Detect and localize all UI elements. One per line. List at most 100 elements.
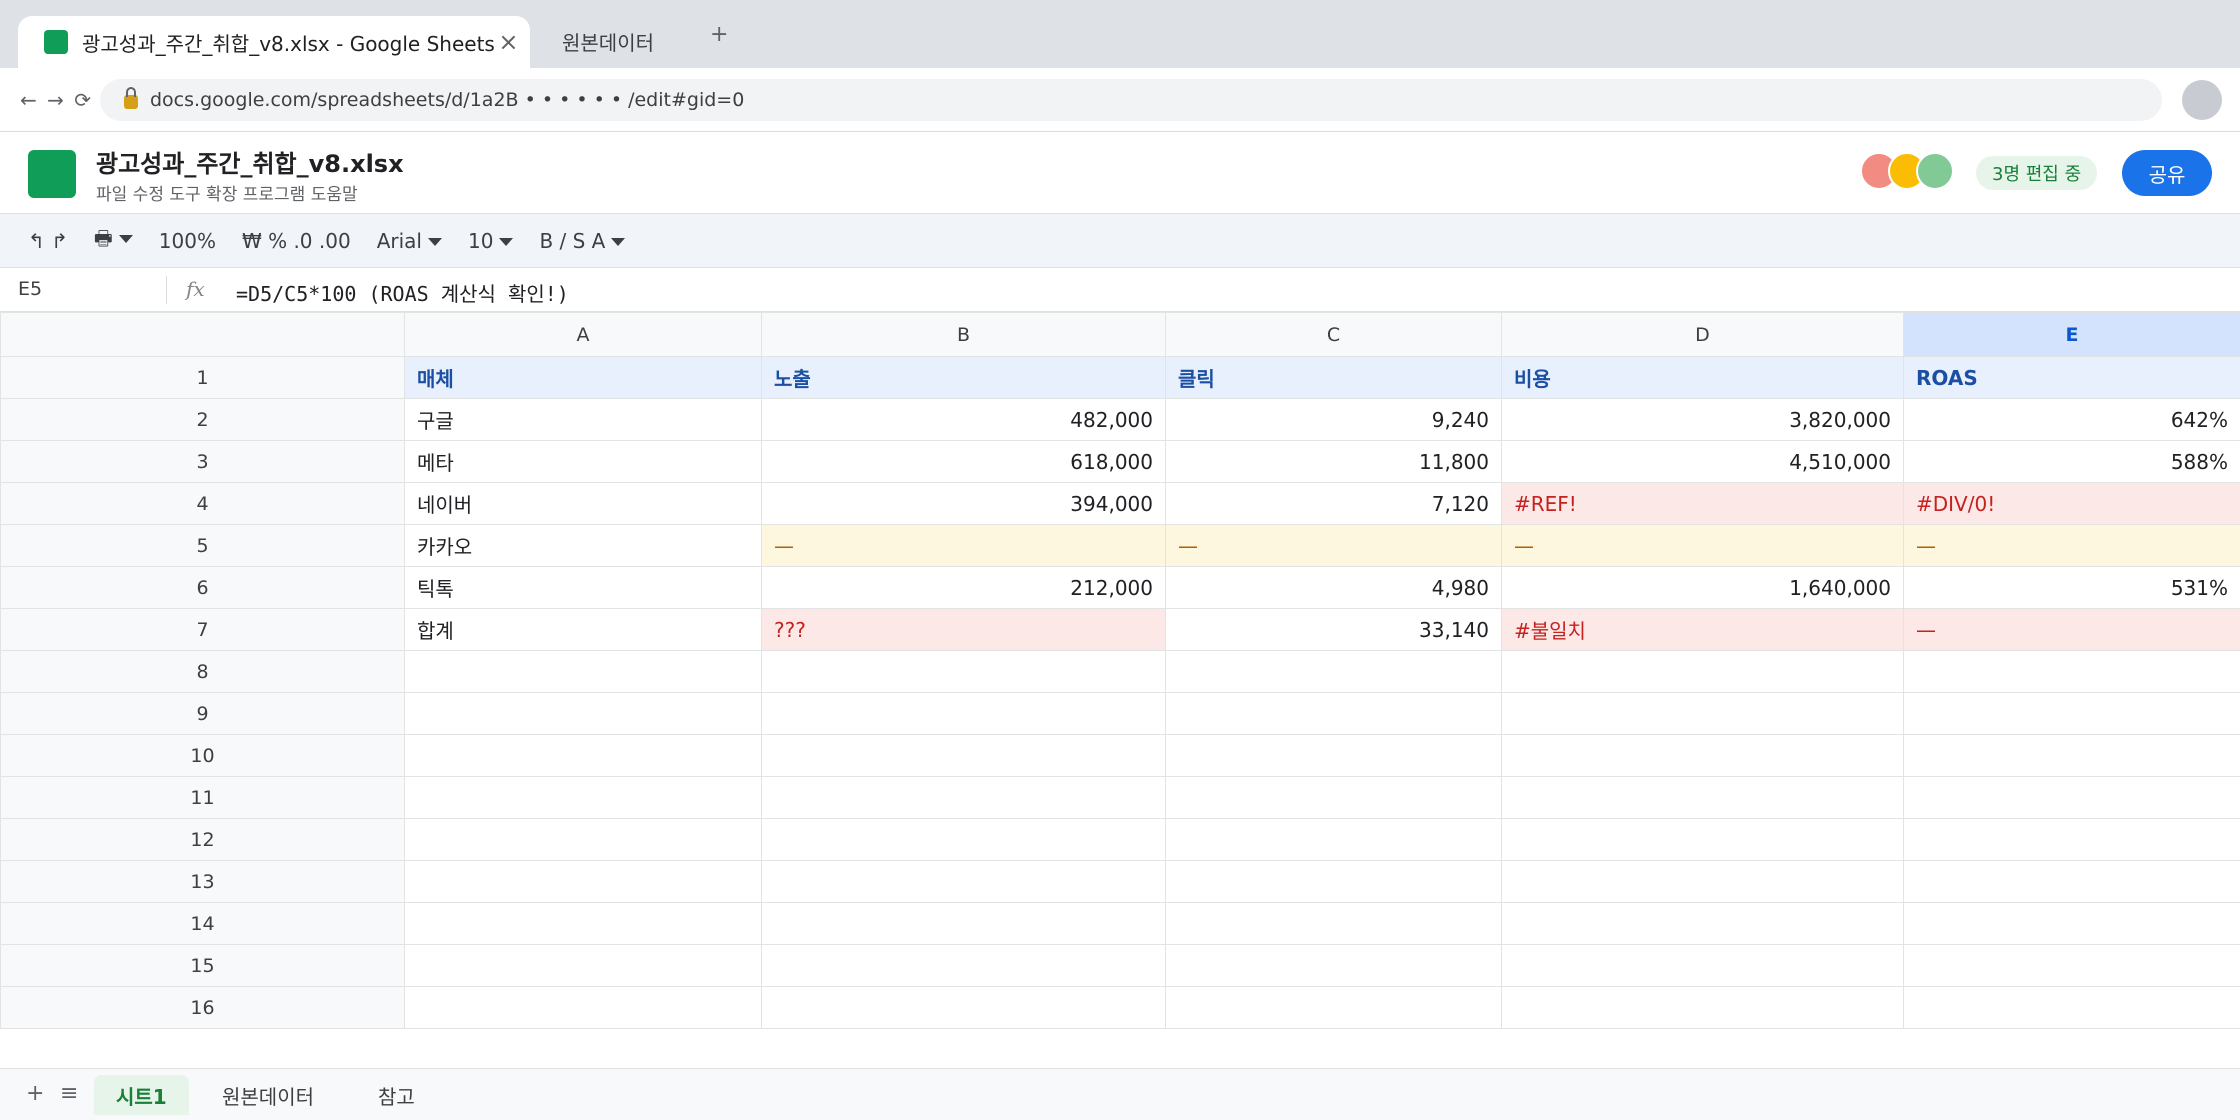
font-size-select[interactable]: 10 — [468, 229, 514, 253]
empty-cell[interactable] — [1903, 944, 2240, 987]
undo-redo-buttons[interactable]: ↰ ↱ — [28, 229, 68, 253]
row-header[interactable]: 16 — [0, 986, 405, 1029]
sheet-tab[interactable]: 참고 — [356, 1075, 437, 1115]
row-header[interactable]: 2 — [0, 398, 405, 441]
cell-E7-error[interactable]: — — [1903, 608, 2240, 651]
browser-tab-active[interactable]: 광고성과_주간_취합_v8.xlsx - Google Sheets × — [18, 16, 530, 68]
empty-cell[interactable] — [1903, 734, 2240, 777]
url-field[interactable]: docs.google.com/spreadsheets/d/1a2B • • … — [100, 79, 2162, 121]
column-header[interactable]: B — [761, 312, 1166, 357]
empty-cell[interactable] — [761, 902, 1166, 945]
cell-D4-error[interactable]: #REF! — [1501, 482, 1904, 525]
close-tab-icon[interactable]: × — [495, 28, 522, 56]
empty-cell[interactable] — [1501, 734, 1904, 777]
empty-cell[interactable] — [1165, 692, 1502, 735]
empty-cell[interactable] — [1165, 818, 1502, 861]
new-tab-button[interactable]: + — [710, 22, 728, 47]
browser-tab-inactive[interactable]: 원본데이터 — [562, 24, 654, 58]
empty-cell[interactable] — [404, 776, 762, 819]
empty-cell[interactable] — [1501, 860, 1904, 903]
cell-B1[interactable]: 노출 — [761, 356, 1166, 399]
row-header[interactable]: 1 — [0, 356, 405, 399]
empty-cell[interactable] — [761, 818, 1166, 861]
cell-B7-error[interactable]: ??? — [761, 608, 1166, 651]
row-header[interactable]: 3 — [0, 440, 405, 483]
cell-A2[interactable]: 구글 — [404, 398, 762, 441]
empty-cell[interactable] — [1501, 944, 1904, 987]
row-header[interactable]: 12 — [0, 818, 405, 861]
empty-cell[interactable] — [1501, 776, 1904, 819]
empty-cell[interactable] — [1165, 902, 1502, 945]
empty-cell[interactable] — [1165, 734, 1502, 777]
cell-E3[interactable]: 588% — [1903, 440, 2240, 483]
nav-buttons[interactable]: ← → ⟳ — [20, 88, 93, 112]
row-header[interactable]: 13 — [0, 860, 405, 903]
empty-cell[interactable] — [1501, 692, 1904, 735]
empty-cell[interactable] — [404, 692, 762, 735]
row-header[interactable]: 14 — [0, 902, 405, 945]
cell-A3[interactable]: 메타 — [404, 440, 762, 483]
empty-cell[interactable] — [761, 776, 1166, 819]
all-sheets-button[interactable]: ≡ — [60, 1081, 78, 1106]
empty-cell[interactable] — [404, 650, 762, 693]
empty-cell[interactable] — [1903, 986, 2240, 1029]
empty-cell[interactable] — [761, 944, 1166, 987]
column-header-selected[interactable]: E — [1903, 312, 2240, 357]
cell-C1[interactable]: 클릭 — [1165, 356, 1502, 399]
text-format-buttons[interactable]: B / S A — [539, 229, 626, 253]
formula-input[interactable]: =D5/C5*100 (ROAS 계산식 확인!) — [236, 278, 569, 307]
number-format-buttons[interactable]: ₩ % .0 .00 — [242, 229, 351, 253]
empty-cell[interactable] — [404, 734, 762, 777]
collaborator-avatars[interactable] — [1860, 152, 1960, 192]
row-header[interactable]: 10 — [0, 734, 405, 777]
empty-cell[interactable] — [1903, 818, 2240, 861]
empty-cell[interactable] — [1165, 986, 1502, 1029]
cell-C5-empty[interactable]: — — [1165, 524, 1502, 567]
empty-cell[interactable] — [1165, 650, 1502, 693]
cell-D5-empty[interactable]: — — [1501, 524, 1904, 567]
cell-C2[interactable]: 9,240 — [1165, 398, 1502, 441]
sheets-logo-icon[interactable] — [28, 150, 76, 198]
font-select[interactable]: Arial — [377, 229, 442, 253]
row-header[interactable]: 6 — [0, 566, 405, 609]
empty-cell[interactable] — [761, 986, 1166, 1029]
empty-cell[interactable] — [1501, 902, 1904, 945]
row-header[interactable]: 7 — [0, 608, 405, 651]
empty-cell[interactable] — [1903, 902, 2240, 945]
empty-cell[interactable] — [761, 734, 1166, 777]
cell-A7[interactable]: 합계 — [404, 608, 762, 651]
empty-cell[interactable] — [1903, 776, 2240, 819]
row-header[interactable]: 8 — [0, 650, 405, 693]
cell-E4-error[interactable]: #DIV/0! — [1903, 482, 2240, 525]
print-button[interactable]: 🖶 — [94, 224, 133, 258]
empty-cell[interactable] — [404, 818, 762, 861]
empty-cell[interactable] — [1903, 650, 2240, 693]
name-box[interactable]: E5 — [18, 278, 42, 300]
collaborator-avatar[interactable] — [1916, 152, 1954, 190]
cell-C4[interactable]: 7,120 — [1165, 482, 1502, 525]
sheet-tab-active[interactable]: 시트1 — [94, 1075, 189, 1115]
empty-cell[interactable] — [404, 944, 762, 987]
empty-cell[interactable] — [404, 902, 762, 945]
column-header[interactable]: D — [1501, 312, 1904, 357]
cell-D3[interactable]: 4,510,000 — [1501, 440, 1904, 483]
cell-E5-empty[interactable]: — — [1903, 524, 2240, 567]
cell-E2[interactable]: 642% — [1903, 398, 2240, 441]
empty-cell[interactable] — [1903, 692, 2240, 735]
empty-cell[interactable] — [1903, 860, 2240, 903]
cell-A1[interactable]: 매체 — [404, 356, 762, 399]
cell-D2[interactable]: 3,820,000 — [1501, 398, 1904, 441]
add-sheet-button[interactable]: + — [26, 1081, 44, 1106]
doc-menu-bar[interactable]: 파일 수정 도구 확장 프로그램 도움말 — [96, 180, 358, 205]
cell-E1[interactable]: ROAS — [1903, 356, 2240, 399]
cell-C6[interactable]: 4,980 — [1165, 566, 1502, 609]
cell-E6[interactable]: 531% — [1903, 566, 2240, 609]
column-header[interactable]: A — [404, 312, 762, 357]
empty-cell[interactable] — [1501, 650, 1904, 693]
empty-cell[interactable] — [761, 860, 1166, 903]
empty-cell[interactable] — [1165, 944, 1502, 987]
cell-C3[interactable]: 11,800 — [1165, 440, 1502, 483]
empty-cell[interactable] — [404, 986, 762, 1029]
cell-D6[interactable]: 1,640,000 — [1501, 566, 1904, 609]
empty-cell[interactable] — [761, 692, 1166, 735]
